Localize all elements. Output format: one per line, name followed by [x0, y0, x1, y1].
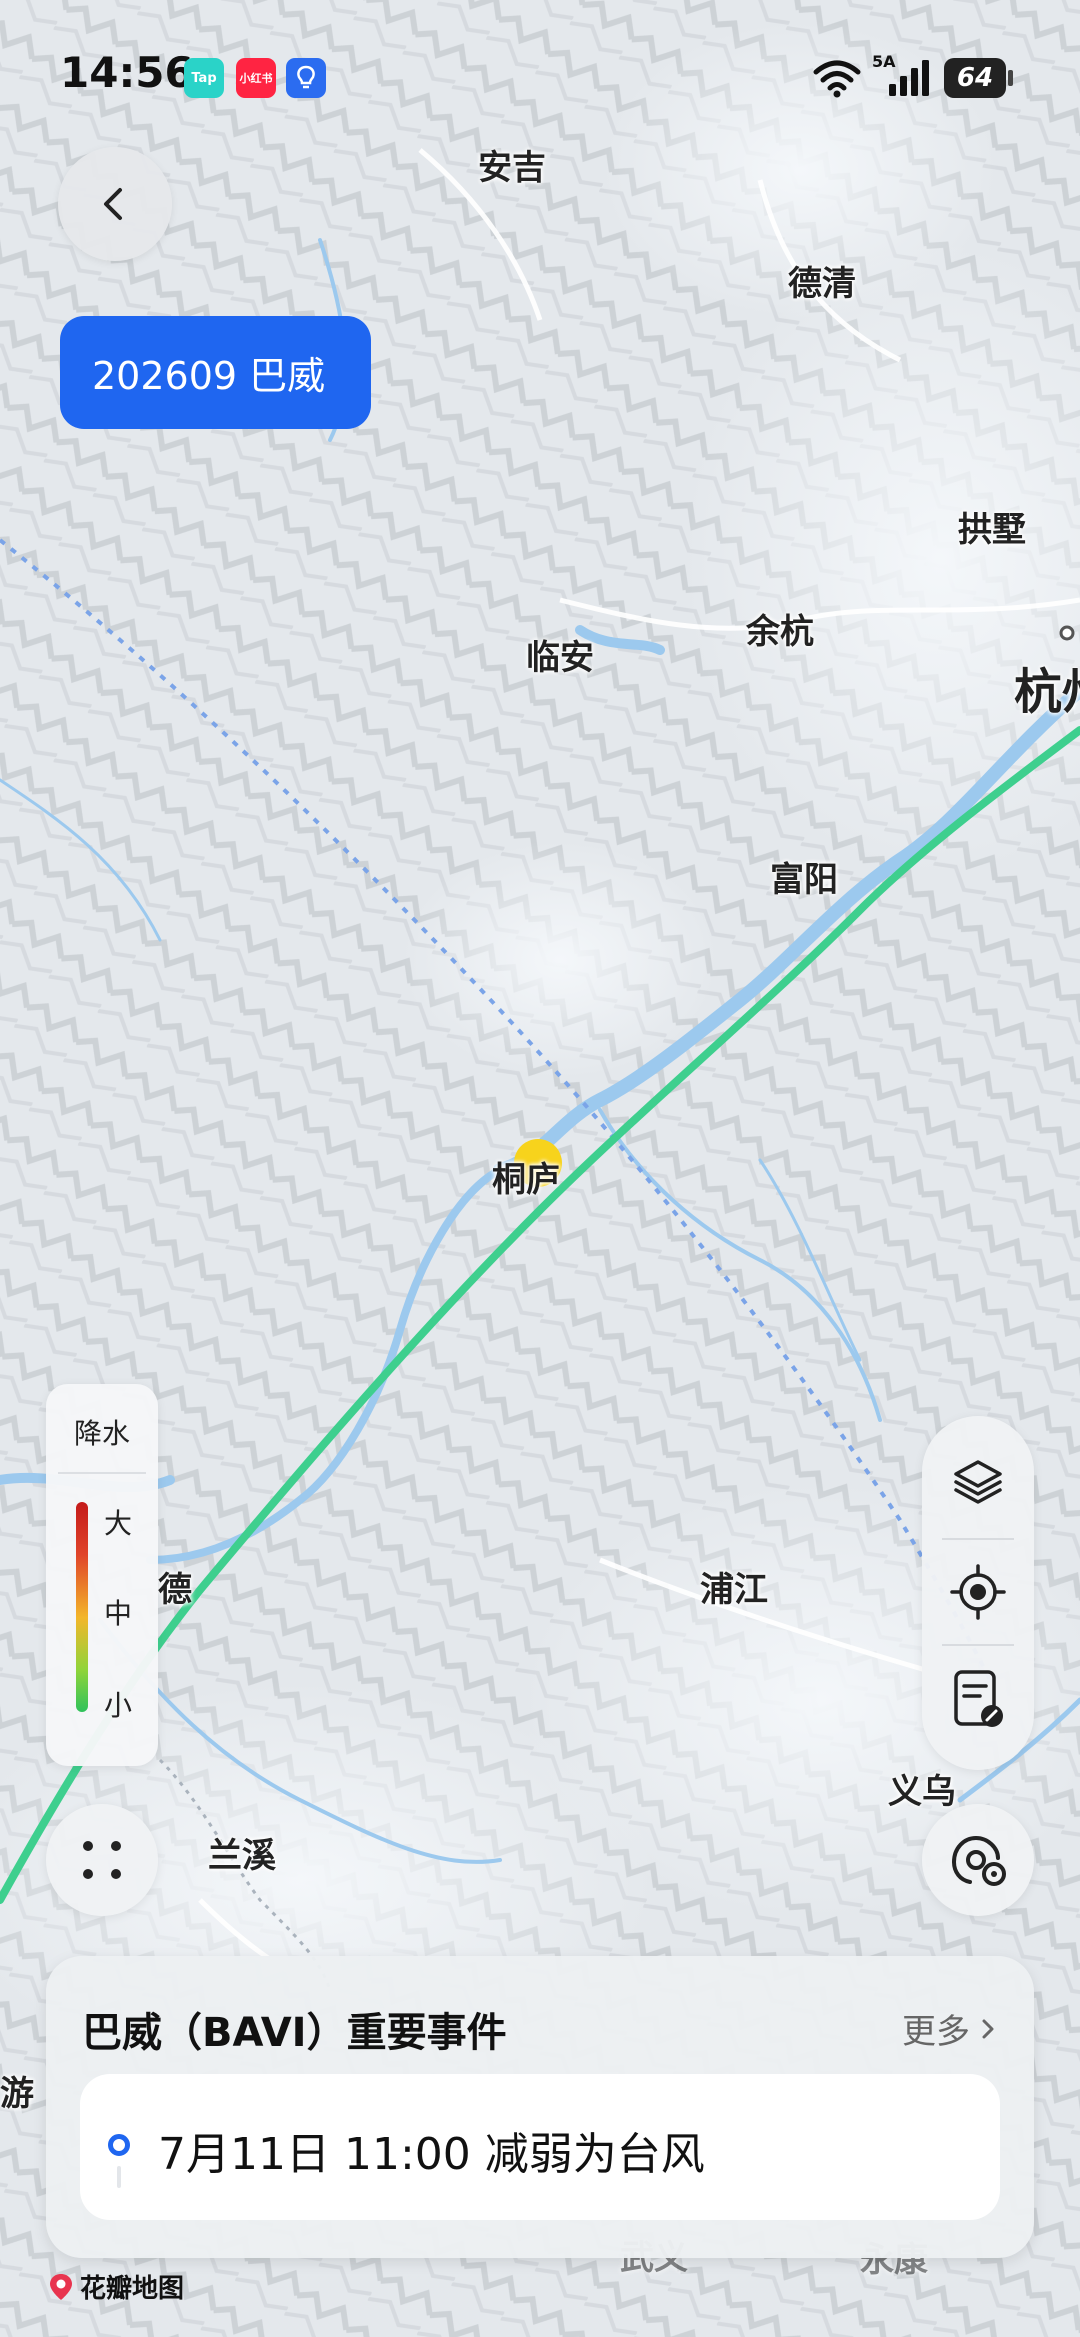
- city-label: 义乌: [888, 1772, 956, 1812]
- wifi-icon: [813, 60, 861, 98]
- typhoon-events-card: 巴威（BAVI）重要事件 更多 7月11日 11:00 减弱为台风: [46, 1956, 1034, 2258]
- more-link[interactable]: 更多: [902, 2004, 998, 2053]
- back-button[interactable]: [58, 147, 172, 261]
- city-label: 兰溪: [208, 1836, 276, 1876]
- chevron-right-icon: [982, 2019, 994, 2038]
- battery-icon: 64: [944, 58, 1014, 98]
- city-label: 浦江: [700, 1570, 768, 1610]
- battery-level: 64: [944, 58, 1006, 98]
- layers-icon: [954, 1460, 1002, 1504]
- city-label: 德: [158, 1570, 192, 1610]
- expand-dots-icon: [83, 1841, 121, 1879]
- fullscreen-button[interactable]: [46, 1804, 158, 1916]
- taptap-icon: Tap: [184, 58, 224, 98]
- legend-divider: [58, 1472, 146, 1474]
- timeline-line: [117, 2166, 121, 2188]
- map-tools-panel: [922, 1416, 1034, 1770]
- chevron-left-icon: [104, 188, 122, 220]
- attribution-text: 花瓣地图: [80, 2274, 185, 2304]
- more-label: 更多: [902, 2012, 970, 2052]
- legend-title: 降水: [73, 1417, 130, 1450]
- xiaohongshu-icon: 小红书: [236, 58, 276, 98]
- precipitation-legend: 降水 大 中 小: [46, 1384, 158, 1766]
- status-bar: 14:56 Tap 小红书 5A 64: [0, 0, 1080, 150]
- legend-label-mid: 中: [104, 1597, 133, 1630]
- city-label: 余杭: [746, 612, 814, 652]
- petal-maps-logo-icon: [50, 2273, 72, 2300]
- map-attribution: 花瓣地图: [48, 2268, 184, 2305]
- clock: 14:56: [60, 48, 194, 97]
- camera-settings-button[interactable]: [922, 1804, 1034, 1916]
- city-label: 桐庐: [492, 1160, 560, 1200]
- typhoon-name-label: 202609 巴威: [92, 354, 326, 398]
- legend-label-high: 大: [104, 1507, 133, 1540]
- city-label: 游: [0, 2074, 34, 2114]
- lightbulb-app-icon: [286, 58, 326, 98]
- tool-divider: [942, 1644, 1014, 1646]
- legend-color-scale: [76, 1502, 88, 1712]
- event-item[interactable]: 7月11日 11:00 减弱为台风: [80, 2074, 1000, 2220]
- camera-gear-icon: [952, 1835, 1006, 1886]
- city-label: 拱墅: [958, 510, 1026, 550]
- edit-note-button[interactable]: [922, 1648, 1034, 1752]
- locate-icon: [950, 1564, 1006, 1620]
- events-title: 巴威（BAVI）重要事件: [82, 2010, 507, 2056]
- locate-button[interactable]: [922, 1540, 1034, 1644]
- signal-icon: [889, 60, 929, 96]
- city-label: 德清: [788, 264, 856, 304]
- layers-button[interactable]: [922, 1430, 1034, 1534]
- city-label: 富阳: [770, 860, 838, 900]
- city-label: 杭州: [1014, 664, 1080, 720]
- city-label: 临安: [526, 638, 594, 678]
- event-text: 7月11日 11:00 减弱为台风: [158, 2129, 705, 2180]
- note-edit-icon: [954, 1670, 1003, 1727]
- legend-label-low: 小: [104, 1689, 133, 1722]
- timeline-dot: [108, 2134, 130, 2156]
- typhoon-name-tag[interactable]: 202609 巴威: [60, 316, 371, 429]
